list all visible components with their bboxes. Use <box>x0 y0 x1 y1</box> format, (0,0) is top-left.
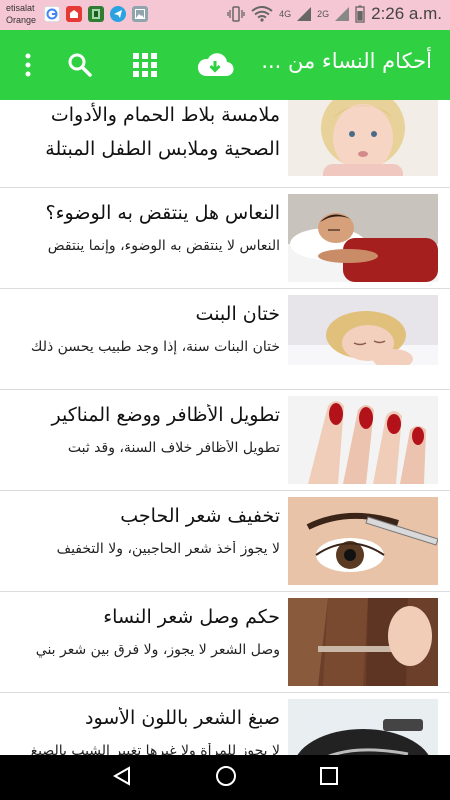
list-item[interactable]: النعاس هل ينتقض به الوضوء؟ النعاس لا ينت… <box>0 188 450 289</box>
vibrate-icon <box>227 6 245 22</box>
gallery-icon <box>132 6 148 22</box>
overflow-menu-button[interactable] <box>8 45 48 85</box>
google-icon <box>44 6 60 22</box>
article-title: حكم وصل شعر النساء <box>103 606 280 628</box>
recents-button[interactable] <box>319 766 339 790</box>
article-summary: النعاس لا ينتقض به الوضوء، وإنما ينتقض <box>47 238 280 254</box>
quran-app-icon <box>88 6 104 22</box>
back-button[interactable] <box>111 765 133 791</box>
notification-icons <box>44 6 148 22</box>
navigation-bar <box>0 755 450 800</box>
article-title: ختان البنت <box>195 303 280 325</box>
back-icon <box>112 765 130 786</box>
clock: 2:26 a.m. <box>371 4 442 23</box>
thumbnail-sleeping-child <box>288 295 438 383</box>
thumbnail-sleeping-man <box>288 194 438 282</box>
article-title: تخفيف شعر الحاجب <box>120 505 280 527</box>
carrier-label: etisalat Orange <box>6 2 36 26</box>
home-button[interactable] <box>215 765 237 791</box>
article-title: النعاس هل ينتقض به الوضوء؟ <box>45 202 281 224</box>
grid-icon <box>133 53 157 77</box>
more-icon <box>25 53 31 77</box>
list-item[interactable]: تطويل الأظافر ووضع المناكير تطويل الأظاف… <box>0 390 450 491</box>
signal-icon-1 <box>297 7 312 21</box>
network-type-label-2: 2G <box>317 9 330 19</box>
download-button[interactable] <box>195 45 235 85</box>
recents-icon <box>320 766 338 785</box>
article-summary: تطويل الأظافر خلاف السنة، وقد ثبت <box>67 440 280 456</box>
network-type-label-1: 4G <box>279 9 292 19</box>
thumbnail-hair-extension <box>288 598 438 686</box>
signal-icon-2 <box>335 7 350 21</box>
download-icon <box>197 53 234 77</box>
grid-menu-button[interactable] <box>125 45 165 85</box>
list-item[interactable]: ملامسة بلاط الحمام والأدوات الصحية وملاب… <box>0 100 450 188</box>
search-button[interactable] <box>60 45 100 85</box>
telegram-icon <box>110 6 126 22</box>
carrier-name-2: Orange <box>6 15 37 25</box>
thumbnail-red-nails <box>288 396 438 484</box>
battery-icon <box>355 5 365 23</box>
thumbnail-hair-dye <box>288 699 438 755</box>
shop-icon <box>66 6 82 22</box>
article-title: صبغ الشعر باللون الأسود <box>84 707 280 729</box>
carrier-name-1: etisalat <box>6 3 35 13</box>
search-icon <box>68 53 92 77</box>
list-item[interactable]: حكم وصل شعر النساء وصل الشعر لا يجوز، ول… <box>0 592 450 693</box>
article-summary: لا يجوز أخذ شعر الحاجبين، ولا التخفيف <box>56 541 280 557</box>
thumbnail-eyebrow-tweezers <box>288 497 438 585</box>
status-bar: etisalat Orange 4G 2G 2:26 a.m. <box>0 0 450 30</box>
app-bar: أحكام النساء من ... <box>0 30 450 100</box>
list-item[interactable]: تخفيف شعر الحاجب لا يجوز أخذ شعر الحاجبي… <box>0 491 450 592</box>
wifi-icon <box>251 6 273 22</box>
article-summary: وصل الشعر لا يجوز، ولا فرق بين شعر بني <box>35 642 280 658</box>
article-summary: ختان البنات سنة، إذا وجد طبيب يحسن ذلك <box>30 339 280 355</box>
list-item[interactable]: ختان البنت ختان البنات سنة، إذا وجد طبيب… <box>0 289 450 390</box>
list-item[interactable]: صبغ الشعر باللون الأسود لا يجوز للمرأة و… <box>0 693 450 755</box>
system-icons: 4G 2G 2:26 a.m. <box>227 4 442 24</box>
articles-list: ملامسة بلاط الحمام والأدوات الصحية وملاب… <box>0 100 450 755</box>
article-summary: لا يجوز للمرأة ولا غيرها تغيير الشيب بال… <box>30 743 280 755</box>
thumbnail-pouting-girl <box>288 100 438 176</box>
home-icon <box>216 765 236 786</box>
app-title: أحكام النساء من ... <box>261 49 432 73</box>
article-title: ملامسة بلاط الحمام والأدوات الصحية وملاب… <box>45 104 280 160</box>
article-title: تطويل الأظافر ووضع المناكير <box>51 404 280 426</box>
